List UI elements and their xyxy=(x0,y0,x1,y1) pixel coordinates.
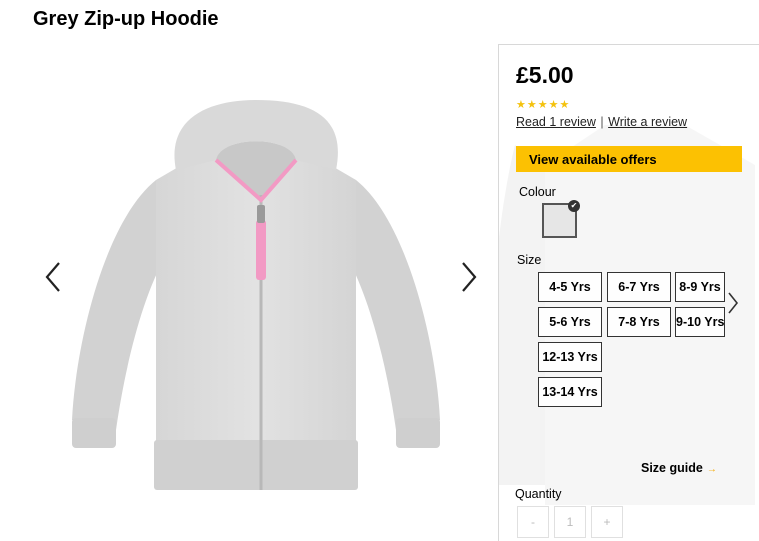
product-image[interactable] xyxy=(66,100,446,500)
size-option[interactable]: 4-5 Yrs xyxy=(538,272,602,302)
gallery-prev-button[interactable] xyxy=(40,259,66,295)
review-separator: | xyxy=(600,115,604,129)
colour-swatch-grey[interactable]: ✔ xyxy=(542,200,580,238)
product-title: Grey Zip-up Hoodie xyxy=(33,8,219,30)
review-links: Read 1 review | Write a review xyxy=(516,115,687,129)
size-guide-link[interactable]: Size guide → xyxy=(641,461,717,475)
quantity-input[interactable]: 1 xyxy=(554,506,586,538)
chevron-right-icon xyxy=(462,262,477,292)
size-option[interactable]: 7-8 Yrs xyxy=(607,307,671,337)
size-options: 4-5 Yrs 6-7 Yrs 8-9 Yrs 5-6 Yrs 7-8 Yrs … xyxy=(538,272,728,412)
size-option[interactable]: 8-9 Yrs xyxy=(675,272,725,302)
size-guide-label: Size guide xyxy=(641,461,703,475)
size-option[interactable]: 5-6 Yrs xyxy=(538,307,602,337)
read-review-link[interactable]: Read 1 review xyxy=(516,115,596,129)
rating-stars: ★★★★★ xyxy=(516,99,571,111)
size-option[interactable]: 12-13 Yrs xyxy=(538,342,602,372)
chevron-right-icon xyxy=(728,292,739,314)
size-option[interactable]: 6-7 Yrs xyxy=(607,272,671,302)
product-price: £5.00 xyxy=(516,62,574,88)
gallery-next-button[interactable] xyxy=(456,259,482,295)
view-offers-button[interactable]: View available offers xyxy=(516,146,742,172)
chevron-left-icon xyxy=(45,262,60,292)
quantity-decrease-button[interactable]: - xyxy=(517,506,549,538)
quantity-increase-button[interactable]: + xyxy=(591,506,623,538)
arrow-right-icon: → xyxy=(706,464,717,475)
size-option[interactable]: 13-14 Yrs xyxy=(538,377,602,407)
quantity-label: Quantity xyxy=(515,487,562,501)
product-gallery xyxy=(0,40,498,541)
size-label: Size xyxy=(517,253,542,267)
product-details-panel: £5.00 ★★★★★ Read 1 review | Write a revi… xyxy=(498,44,759,541)
colour-label: Colour xyxy=(519,185,556,199)
write-review-link[interactable]: Write a review xyxy=(608,115,687,129)
product-page: Grey Zip-up Hoodie £5.00 ★★★★★ Read 1 re… xyxy=(0,0,759,541)
size-option[interactable]: 9-10 Yrs xyxy=(675,307,725,337)
sizes-next-button[interactable] xyxy=(726,291,740,315)
check-icon: ✔ xyxy=(568,200,580,212)
